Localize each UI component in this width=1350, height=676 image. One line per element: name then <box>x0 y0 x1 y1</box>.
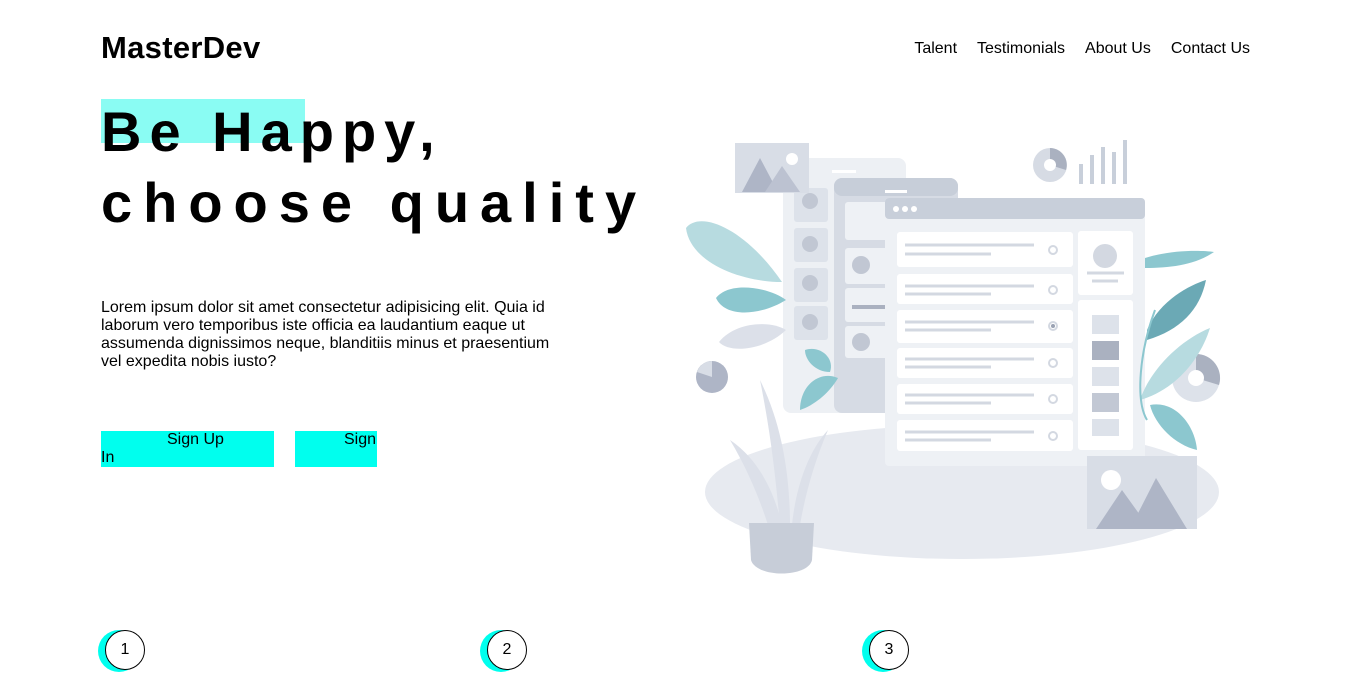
top-nav: Talent Testimonials About Us Contact Us <box>914 40 1250 58</box>
nav-talent[interactable]: Talent <box>914 40 957 58</box>
sign-in-label-part2: In <box>101 449 115 466</box>
step-2: 2 <box>480 630 533 676</box>
step-1: 1 <box>98 630 151 676</box>
step-2-number: 2 <box>487 630 527 670</box>
nav-testimonials[interactable]: Testimonials <box>977 40 1065 58</box>
sign-in-label-part1: Sign <box>344 431 377 448</box>
nav-about-us[interactable]: About Us <box>1085 40 1151 58</box>
sign-up-label: Sign Up <box>167 431 224 448</box>
step-1-number: 1 <box>105 630 145 670</box>
step-3-number: 3 <box>869 630 909 670</box>
dashboard-illustration <box>686 140 1221 574</box>
sign-up-button[interactable]: Sign Up <box>101 431 274 467</box>
hero-description: Lorem ipsum dolor sit amet consectetur a… <box>101 299 550 370</box>
hero-title: Be Happy, choose quality <box>101 96 647 238</box>
nav-contact-us[interactable]: Contact Us <box>1171 40 1250 58</box>
brand-logo[interactable]: MasterDev <box>101 30 261 66</box>
hero-title-line2: choose quality <box>101 171 648 234</box>
hero-title-line1: Be Happy, <box>101 100 443 163</box>
sign-in-button[interactable]: Sign In <box>101 431 377 467</box>
step-3: 3 <box>862 630 915 676</box>
